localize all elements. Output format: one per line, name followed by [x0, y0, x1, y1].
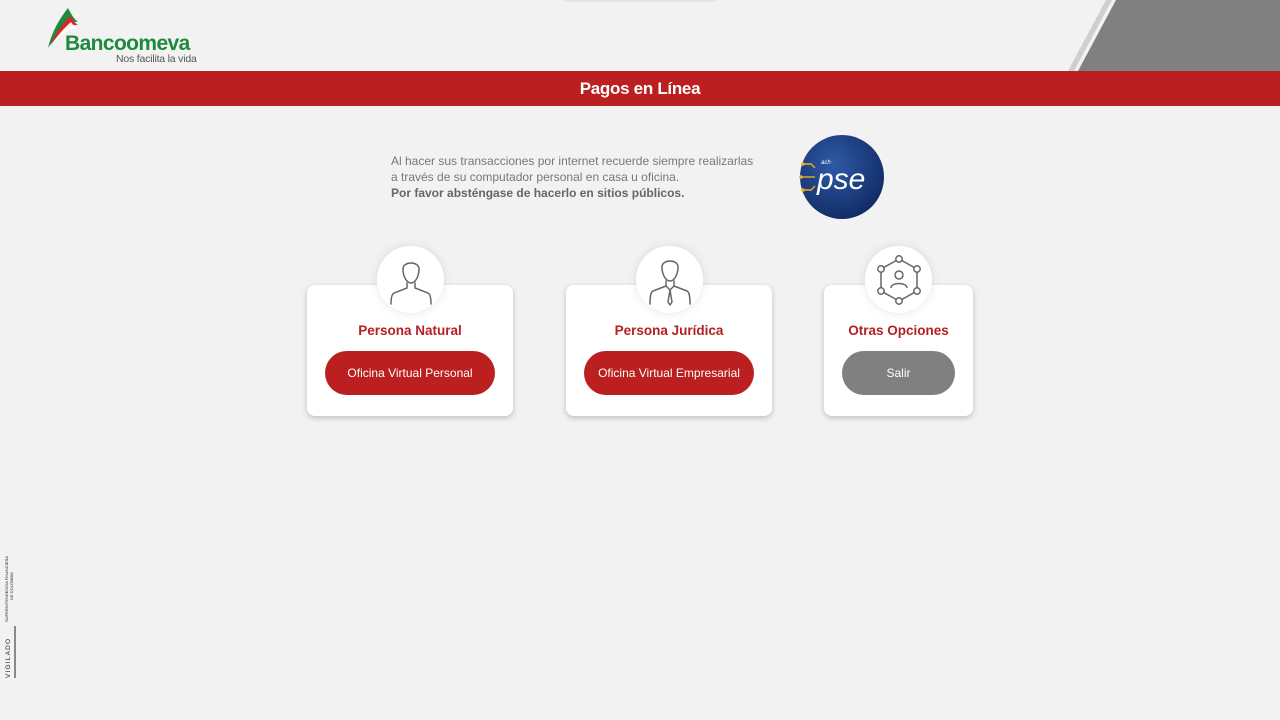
pse-text: pse — [816, 163, 865, 196]
oficina-virtual-personal-button[interactable]: Oficina Virtual Personal — [325, 351, 495, 395]
page-title: Pagos en Línea — [0, 71, 1280, 106]
card-title: Persona Jurídica — [614, 323, 724, 338]
card-avatar — [636, 246, 703, 313]
bancoomeva-logo[interactable]: Bancoomeva Nos facilita la vida — [46, 6, 206, 68]
card-persona-natural: Persona Natural Oficina Virtual Personal — [307, 246, 513, 416]
corner-decoration — [1068, 0, 1280, 71]
notice-line-2: a través de su computador personal en ca… — [391, 170, 680, 184]
person-icon — [389, 261, 432, 305]
network-icon — [876, 254, 921, 305]
pse-logo[interactable]: ach pse — [799, 134, 885, 220]
card-title: Persona Natural — [358, 323, 462, 338]
top-tab-decoration — [560, 0, 720, 2]
logo-tagline: Nos facilita la vida — [116, 53, 197, 65]
header: Bancoomeva Nos facilita la vida — [0, 0, 1280, 71]
vigilado-text: VIGILADO — [5, 638, 12, 678]
card-otras-opciones: Otras Opciones Salir — [824, 246, 973, 416]
notice-line-3: Por favor absténgase de hacerlo en sitio… — [391, 186, 685, 200]
page: Bancoomeva Nos facilita la vida Pagos en… — [0, 0, 1280, 720]
card-persona-juridica: Persona Jurídica Oficina Virtual Empresa… — [566, 246, 772, 416]
vigilado-badge: VIGILADO SUPERINTENDENCIA FINANCIERA DE … — [4, 556, 16, 678]
card-title: Otras Opciones — [848, 323, 949, 338]
vigilado-line-2: DE COLOMBIA — [9, 572, 14, 600]
notice-line-1: Al hacer sus transacciones por internet … — [391, 154, 754, 168]
oficina-virtual-empresarial-button[interactable]: Oficina Virtual Empresarial — [584, 351, 754, 395]
card-avatar — [377, 246, 444, 313]
card-avatar — [865, 246, 932, 313]
businessman-icon — [648, 259, 691, 306]
salir-button[interactable]: Salir — [842, 351, 955, 395]
security-notice: Al hacer sus transacciones por internet … — [391, 153, 781, 201]
